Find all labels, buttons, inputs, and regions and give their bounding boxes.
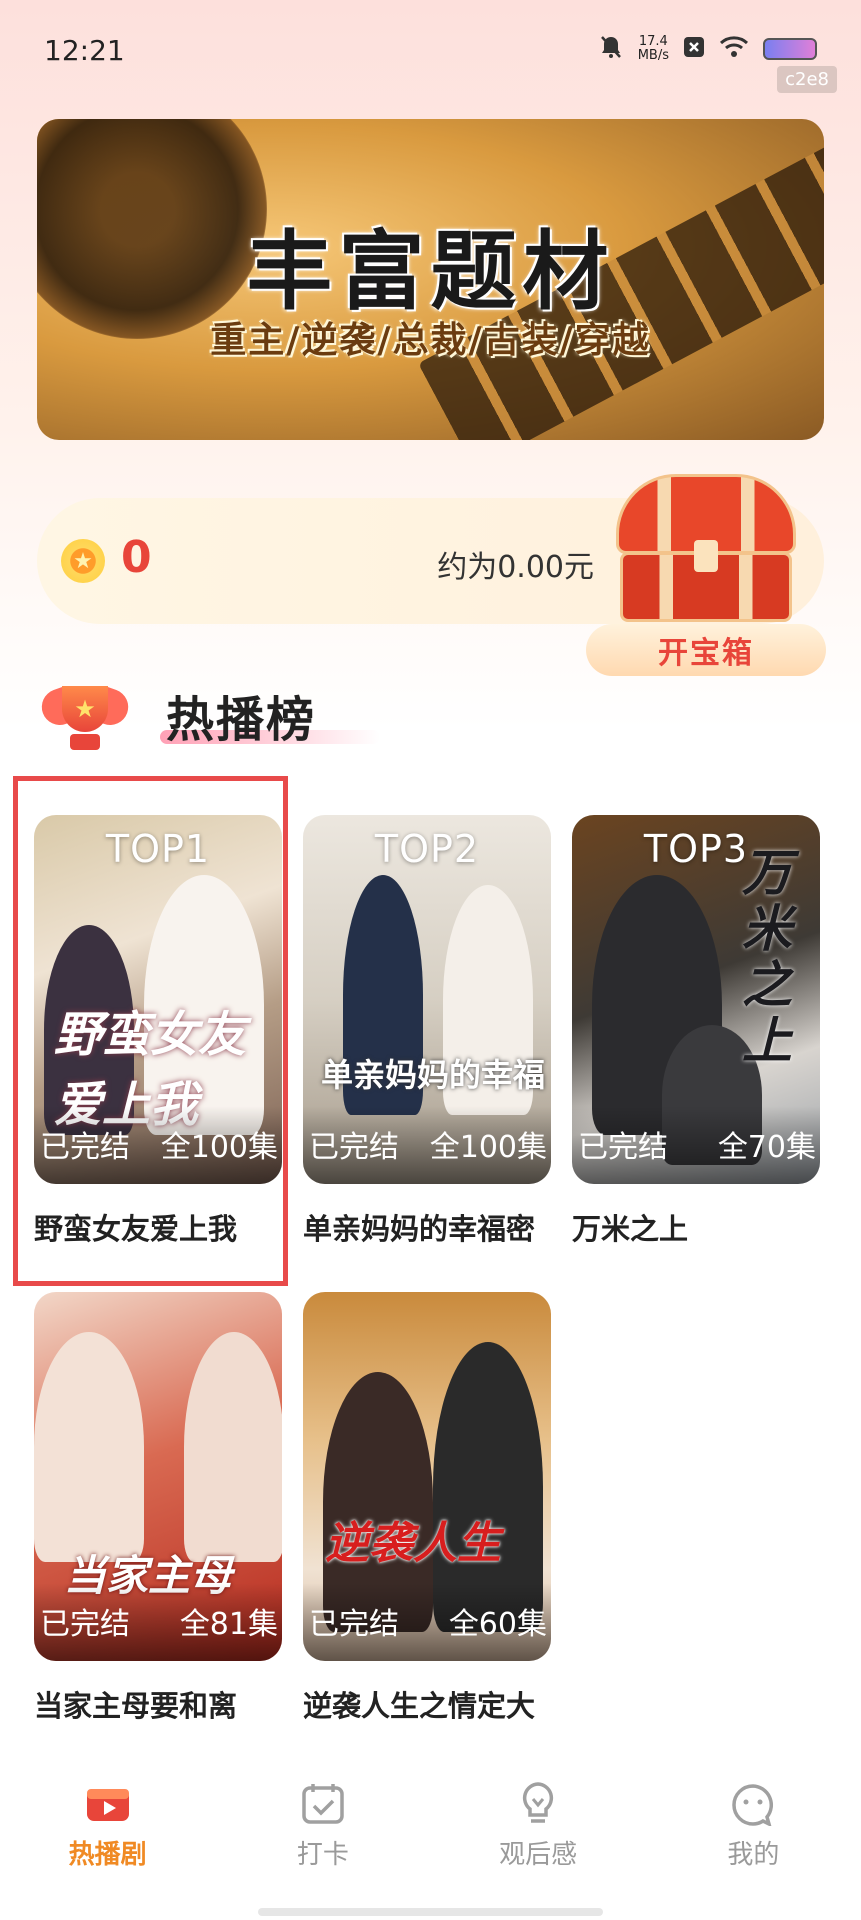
chest-lock	[694, 540, 718, 572]
drama-title[interactable]: 万米之上	[572, 1206, 820, 1248]
drama-card-3[interactable]: 万米之上 TOP3 已完结 全70集 万米之上	[572, 815, 820, 1248]
trophy-icon: ★	[36, 672, 134, 762]
drama-poster[interactable]: 逆袭人生 已完结 全60集	[303, 1292, 551, 1661]
drama-title[interactable]: 单亲妈妈的幸福密	[303, 1206, 551, 1248]
drama-title[interactable]: 当家主母要和离	[34, 1683, 282, 1725]
completion-status: 已完结	[578, 1130, 668, 1165]
nav-item-hot-dramas[interactable]: 热播剧	[0, 1760, 215, 1900]
nav-label: 热播剧	[68, 1840, 147, 1870]
smiley-icon	[729, 1782, 777, 1826]
nav-label: 我的	[727, 1840, 780, 1870]
section-title: 热播榜	[166, 692, 317, 748]
poster-figure	[184, 1332, 282, 1562]
video-icon	[84, 1782, 132, 1826]
wifi-icon	[719, 35, 749, 63]
bottom-nav: 热播剧 打卡 观后感 我的	[0, 1760, 861, 1900]
promo-banner[interactable]: 丰富题材 重主/逆袭/总裁/古装/穿越	[37, 119, 824, 440]
net-speed-value: 17.4	[638, 34, 668, 49]
nav-item-profile[interactable]: 我的	[646, 1760, 861, 1900]
home-indicator[interactable]	[258, 1908, 603, 1916]
poster-title-art: 单亲妈妈的幸福	[321, 1056, 546, 1094]
drama-card-5[interactable]: 逆袭人生 已完结 全60集 逆袭人生之情定大	[303, 1292, 551, 1725]
trophy-base	[70, 734, 100, 750]
trophy-cup: ★	[62, 686, 108, 732]
drama-poster[interactable]: 万米之上 TOP3 已完结 全70集	[572, 815, 820, 1184]
poster-title-art: 万米之上	[742, 844, 792, 1070]
status-time: 12:21	[44, 34, 125, 67]
drama-card-4[interactable]: 当家主母 已完结 全81集 当家主母要和离	[34, 1292, 282, 1725]
poster-title-art: 逆袭人生	[325, 1518, 501, 1569]
episode-count: 全60集	[448, 1607, 547, 1642]
completion-status: 已完结	[40, 1607, 130, 1642]
calendar-check-icon	[299, 1782, 347, 1826]
episode-count: 全81集	[179, 1607, 278, 1642]
banner-subtitle: 重主/逆袭/总裁/古装/穿越	[210, 320, 651, 361]
nav-label: 打卡	[296, 1840, 349, 1870]
drama-card-2[interactable]: 单亲妈妈的幸福 TOP2 已完结 全100集 单亲妈妈的幸福密	[303, 815, 551, 1248]
nav-label: 观后感	[499, 1840, 578, 1870]
battery-icon	[763, 38, 817, 60]
drama-title[interactable]: 逆袭人生之情定大	[303, 1683, 551, 1725]
selection-highlight	[13, 776, 288, 1286]
debug-badge: c2e8	[777, 66, 837, 93]
rank-label: TOP3	[643, 827, 749, 871]
coin-approx-value: 约为0.00元	[437, 550, 594, 585]
banner-title: 丰富题材	[246, 222, 615, 322]
coin-count: 0	[121, 532, 152, 583]
status-bar: 12:21 17.4 MB/s c2e8	[0, 0, 861, 100]
status-icons: 17.4 MB/s	[598, 34, 817, 64]
open-chest-button[interactable]: 开宝箱	[586, 624, 826, 676]
close-box-icon	[683, 36, 705, 62]
mute-bell-icon	[598, 34, 624, 64]
completion-status: 已完结	[309, 1607, 399, 1642]
lightbulb-icon	[514, 1782, 562, 1826]
coin-icon: ★	[61, 539, 105, 583]
nav-item-checkin[interactable]: 打卡	[215, 1760, 430, 1900]
treasure-chest-icon[interactable]	[606, 474, 806, 624]
drama-poster[interactable]: 当家主母 已完结 全81集	[34, 1292, 282, 1661]
drama-poster[interactable]: 单亲妈妈的幸福 TOP2 已完结 全100集	[303, 815, 551, 1184]
rank-label: TOP2	[374, 827, 480, 871]
completion-status: 已完结	[309, 1130, 399, 1165]
nav-item-reviews[interactable]: 观后感	[431, 1760, 646, 1900]
net-speed: 17.4 MB/s	[638, 35, 669, 63]
net-speed-unit: MB/s	[637, 48, 669, 63]
episode-count: 全70集	[717, 1130, 816, 1165]
episode-count: 全100集	[429, 1130, 547, 1165]
poster-figure	[34, 1332, 144, 1562]
